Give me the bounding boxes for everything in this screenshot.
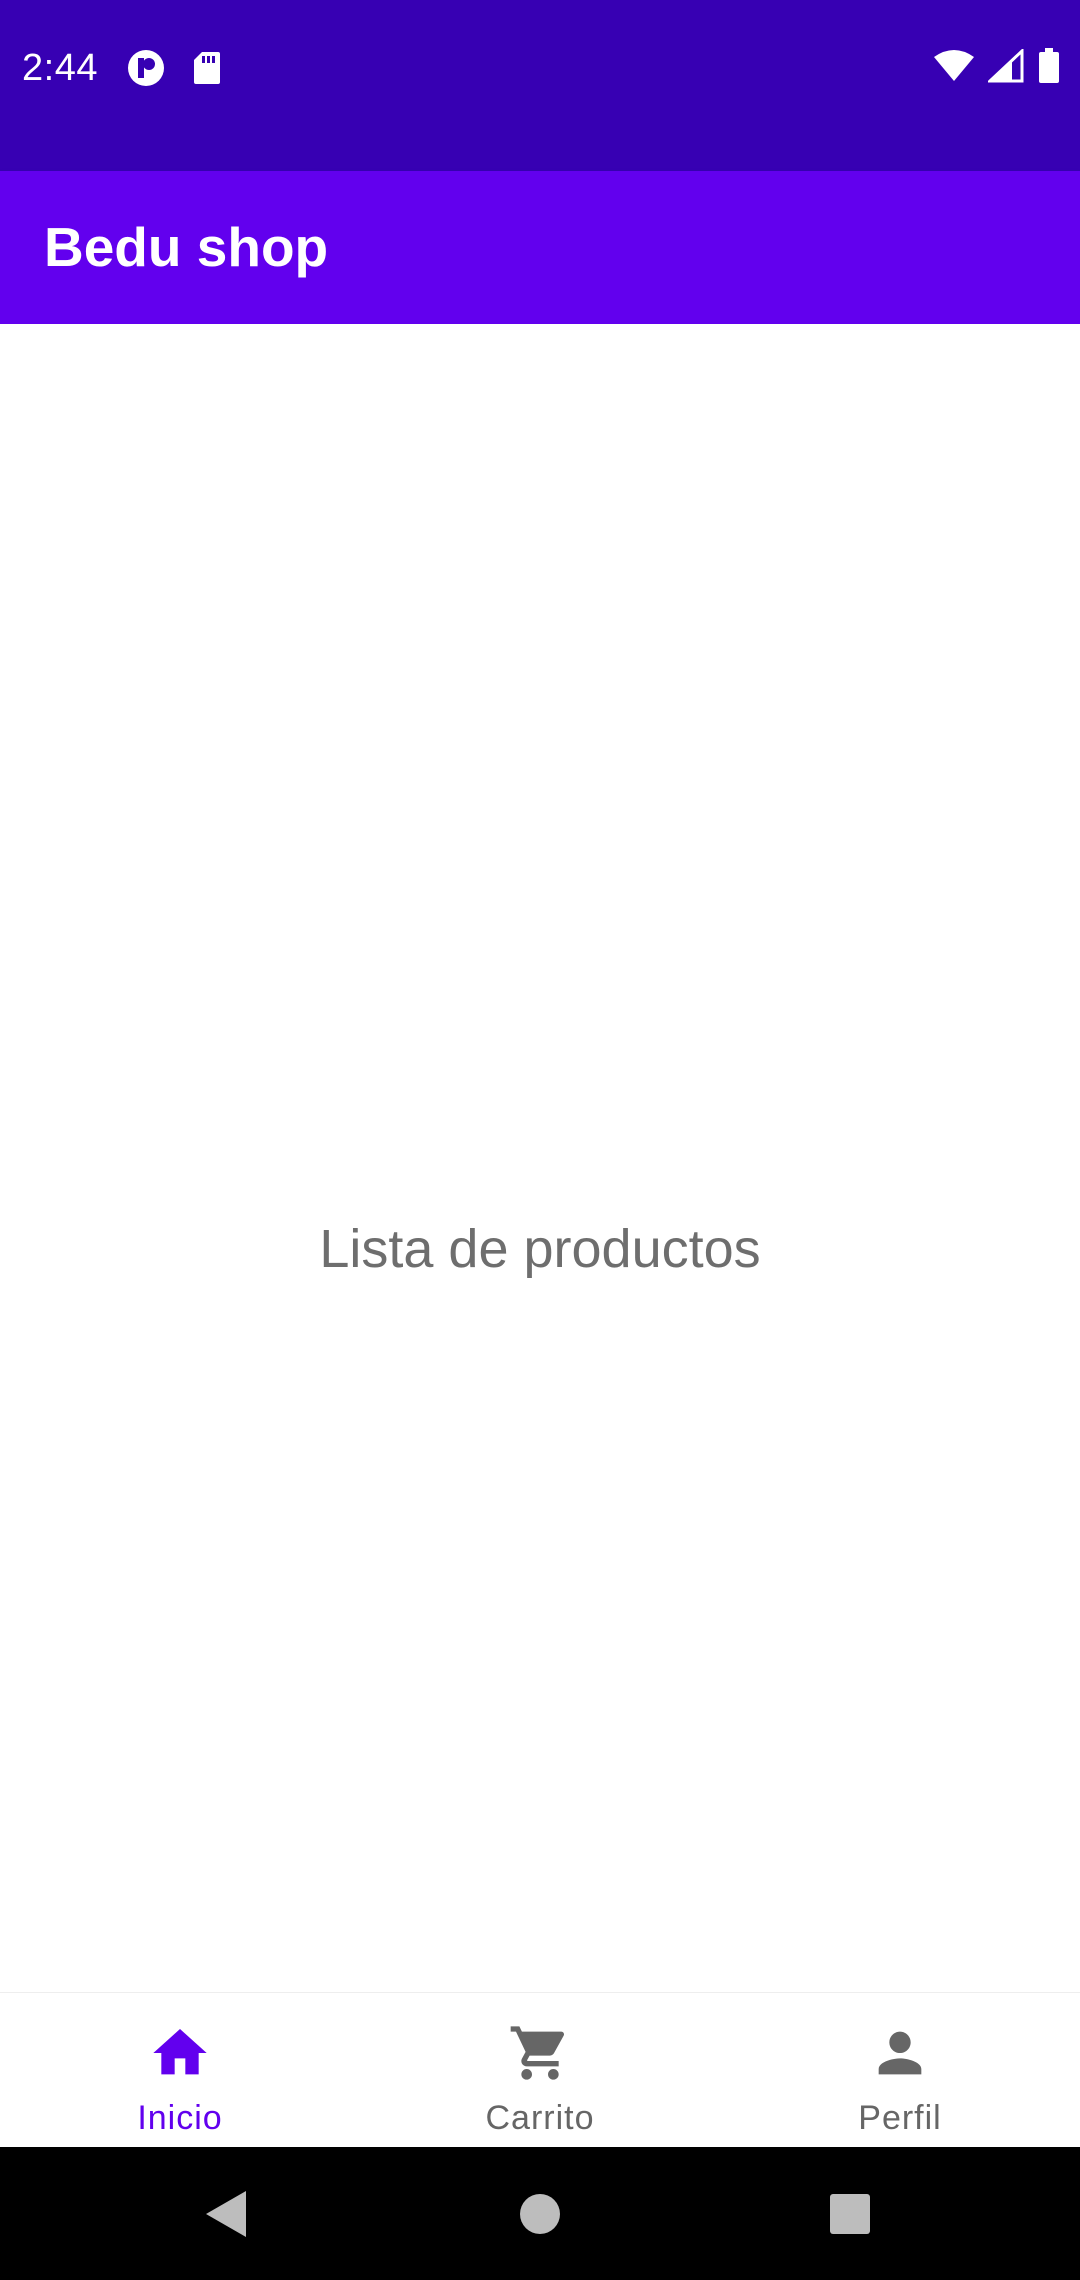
status-time: 2:44: [22, 47, 98, 89]
product-list-placeholder: Lista de productos: [319, 1219, 761, 1279]
status-left-icons: [126, 48, 222, 88]
cart-icon: [508, 1993, 572, 2090]
home-circle-icon[interactable]: [507, 2181, 573, 2247]
person-icon: [868, 1993, 932, 2090]
nav-item-inicio[interactable]: Inicio: [0, 1993, 360, 2148]
status-right-icons: [934, 48, 1060, 84]
status-bar: 2:44: [0, 0, 1080, 171]
cell-signal-icon: [988, 49, 1024, 83]
system-navigation-bar: [0, 2147, 1080, 2280]
bottom-navigation: Inicio Carrito Perfil: [0, 1992, 1080, 2148]
nav-label-carrito: Carrito: [485, 2099, 595, 2137]
home-icon: [148, 1993, 212, 2090]
nav-item-perfil[interactable]: Perfil: [720, 1993, 1080, 2148]
wifi-icon: [934, 49, 974, 83]
nav-label-inicio: Inicio: [137, 2099, 223, 2137]
app-bar: Bedu shop: [0, 171, 1080, 324]
app-title: Bedu shop: [44, 216, 329, 278]
nav-label-perfil: Perfil: [858, 2099, 942, 2137]
main-content: Lista de productos: [0, 324, 1080, 1992]
sd-card-icon: [192, 50, 222, 86]
battery-icon: [1038, 48, 1060, 84]
back-icon[interactable]: [192, 2181, 258, 2247]
nav-item-carrito[interactable]: Carrito: [360, 1993, 720, 2148]
recents-icon[interactable]: [817, 2181, 883, 2247]
app-screen: 2:44 Bedu shop Lista de productos Inicio…: [0, 0, 1080, 2280]
notification-app-icon: [126, 48, 166, 88]
